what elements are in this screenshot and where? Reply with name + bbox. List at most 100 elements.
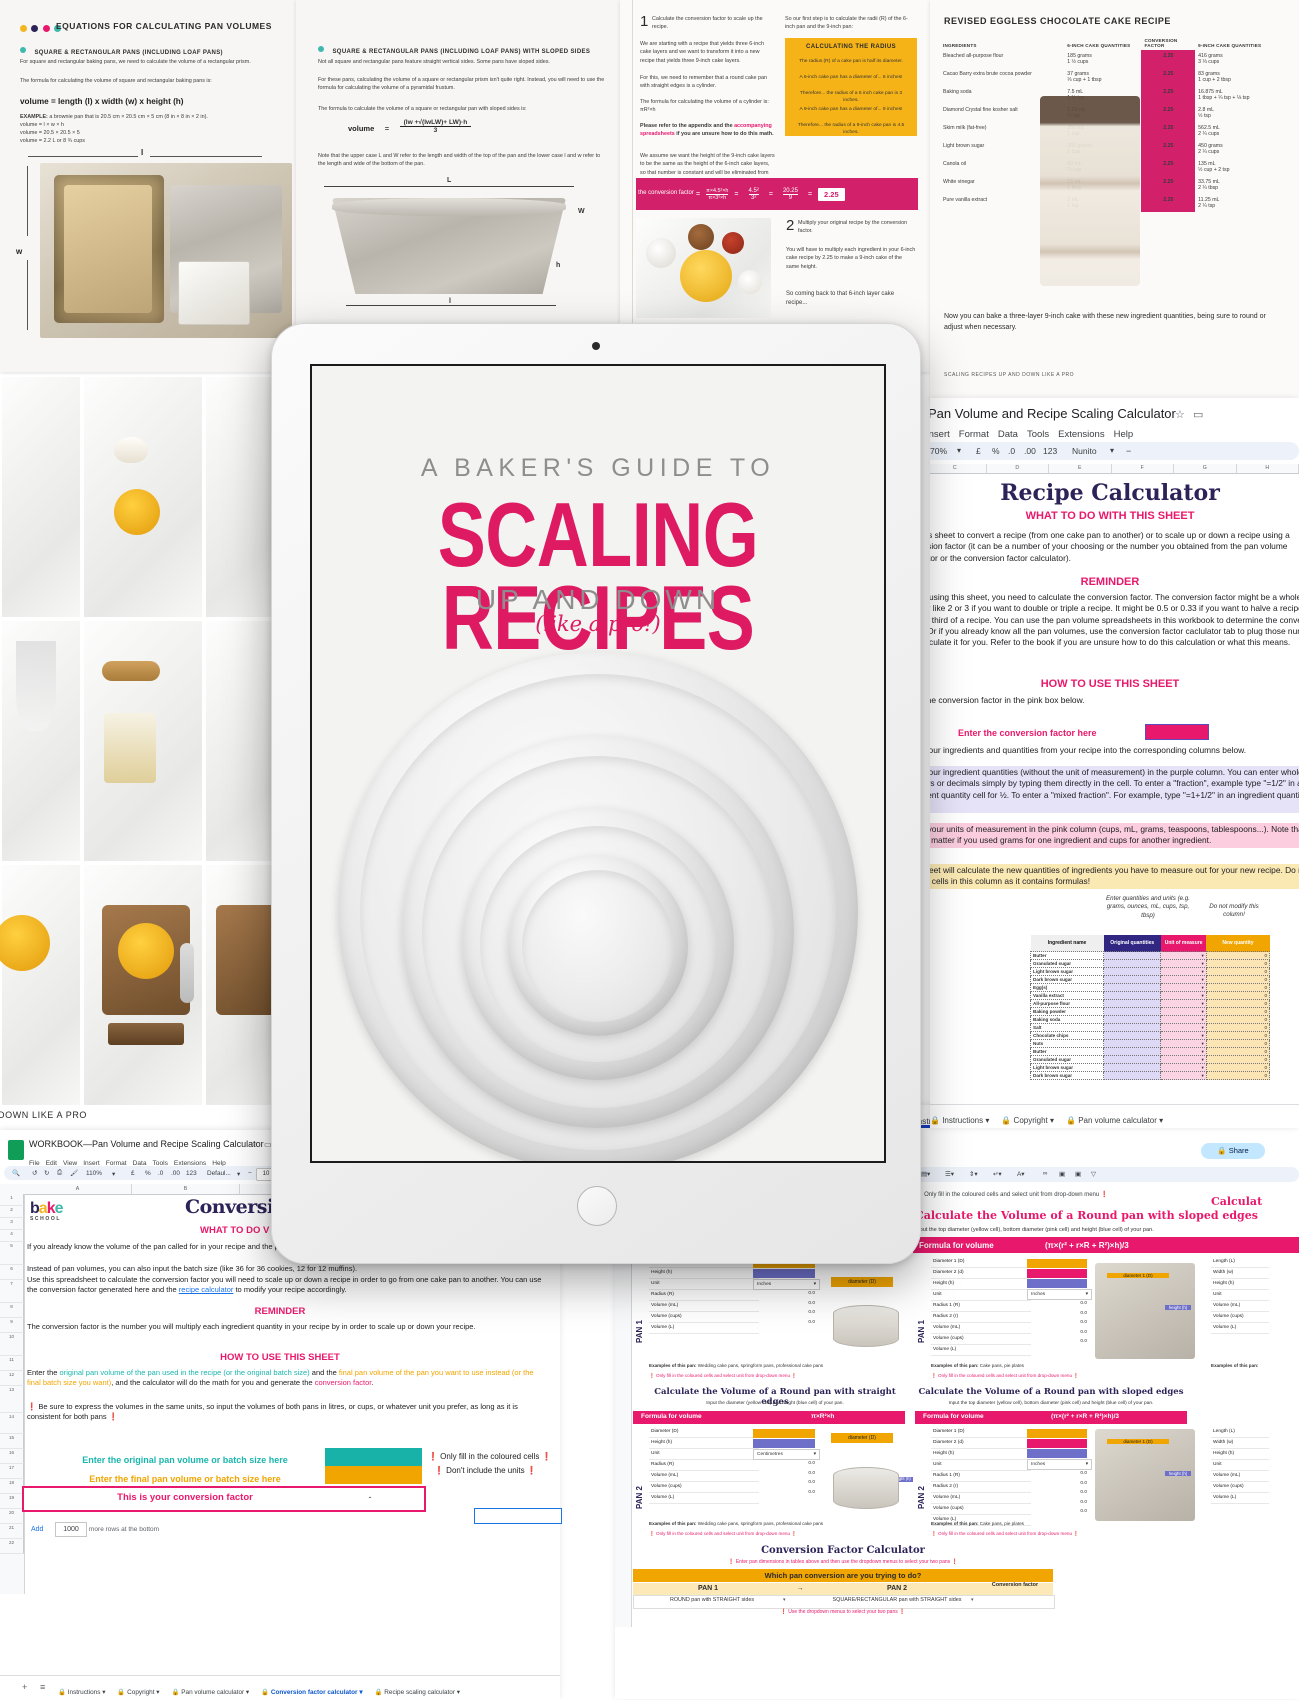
pan1-sloped-h-input[interactable] (1027, 1279, 1087, 1288)
final-volume-input[interactable] (325, 1466, 422, 1484)
right-dec-decimal-icon[interactable]: .0 (1008, 446, 1015, 456)
add-sheet-icon[interactable]: + (22, 1682, 27, 1692)
unit-select[interactable]: ▾ (1161, 1016, 1207, 1024)
original-quantity-input[interactable] (1104, 1072, 1161, 1080)
row-header-19[interactable]: 19 (0, 1494, 24, 1509)
row-header-12[interactable]: 12 (0, 1371, 24, 1386)
tab-chevron-down-icon[interactable]: ▾ (246, 1689, 249, 1696)
tab-chevron-down-icon[interactable]: ▾ (457, 1689, 460, 1696)
original-quantity-input[interactable] (1104, 1000, 1161, 1008)
original-quantity-input[interactable] (1104, 1056, 1161, 1064)
unit-select[interactable]: ▾ (1161, 984, 1207, 992)
column-header-g[interactable]: G (1174, 464, 1237, 474)
original-quantity-input[interactable] (1104, 1016, 1161, 1024)
percent-icon[interactable]: % (145, 1170, 151, 1177)
row-header-21[interactable]: 21 (0, 1524, 24, 1539)
add-rows-label[interactable]: Add (31, 1526, 43, 1533)
right-percent-icon[interactable]: % (992, 446, 1000, 456)
unit-select[interactable]: ▾ (1161, 968, 1207, 976)
tab-chevron-down-icon[interactable]: ▾ (156, 1689, 159, 1696)
zoom-chevron-down-icon[interactable]: ▾ (112, 1170, 115, 1178)
search-icon[interactable]: 🔍 (12, 1169, 20, 1177)
original-quantity-input[interactable] (1104, 992, 1161, 1000)
pan1-sloped-d1-input[interactable] (1027, 1259, 1087, 1268)
font-chevron-down-icon[interactable]: ▾ (237, 1170, 240, 1178)
row-header-18[interactable]: 18 (0, 1479, 24, 1494)
column-header-f[interactable]: F (1112, 464, 1175, 474)
original-quantity-input[interactable] (1104, 1040, 1161, 1048)
row-header-6[interactable]: 6 (0, 1265, 24, 1280)
ipad-screen[interactable]: A BAKER'S GUIDE TO SCALING RECIPES UP AN… (310, 364, 886, 1163)
column-header-b[interactable]: B (132, 1184, 240, 1195)
row-header-5[interactable]: 5 (0, 1242, 24, 1265)
right-move-icon[interactable]: ▭ (1193, 408, 1203, 421)
valign-icon[interactable]: ⇕▾ (969, 1170, 978, 1178)
menu-data[interactable]: Data (998, 429, 1018, 440)
row-header-16[interactable]: 16 (0, 1449, 24, 1464)
row-header-9[interactable]: 9 (0, 1318, 24, 1333)
cfc-pan1-select[interactable]: ROUND pan with STRAIGHT sides (637, 1597, 787, 1603)
row-header-17[interactable]: 17 (0, 1464, 24, 1479)
menu-insert[interactable]: Insert (930, 429, 950, 440)
tab-chevron-down-icon[interactable]: ▾ (359, 1689, 362, 1696)
original-quantity-input[interactable] (1104, 1032, 1161, 1040)
original-quantity-input[interactable] (1104, 968, 1161, 976)
sheet-tab-conversion-factor-calculator[interactable]: 🔒 Conversion factor calculator ▾ (261, 1689, 362, 1696)
right-currency-icon[interactable]: £ (976, 446, 981, 456)
tab-chevron-down-icon[interactable]: ▾ (102, 1689, 105, 1696)
right-cf-input[interactable] (1145, 724, 1209, 740)
currency-icon[interactable]: £ (131, 1170, 135, 1177)
wrap-icon[interactable]: ↵▾ (993, 1170, 1002, 1178)
column-header-a[interactable]: A (24, 1184, 132, 1195)
pan1-sloped-d2-input[interactable] (1027, 1269, 1087, 1278)
unit-select[interactable]: ▾ (1161, 1064, 1207, 1072)
unit-select[interactable]: ▾ (1161, 1024, 1207, 1032)
pan2-sloped-unit-chevron-down-icon[interactable]: ▾ (1086, 1460, 1088, 1469)
pan2-sloped-h-input[interactable] (1027, 1449, 1087, 1458)
decrease-font-icon[interactable]: − (248, 1170, 252, 1177)
row-header-2[interactable]: 2 (0, 1206, 24, 1218)
right-font-chevron-down-icon[interactable]: ▾ (1110, 446, 1114, 455)
left-font-value[interactable]: Defaul... (207, 1170, 231, 1177)
pan1-sloped-unit-chevron-down-icon[interactable]: ▾ (1086, 1290, 1088, 1299)
merge-icon[interactable]: ▤▾ (921, 1170, 930, 1178)
original-volume-input[interactable] (325, 1448, 422, 1466)
original-quantity-input[interactable] (1104, 1024, 1161, 1032)
unit-select[interactable]: ▾ (1161, 1072, 1207, 1080)
cfc-pan2-select[interactable]: SQUARE/RECTANGULAR pan with STRAIGHT sid… (817, 1597, 977, 1603)
unit-select[interactable]: ▾ (1161, 1032, 1207, 1040)
column-header-e[interactable]: E (1049, 464, 1112, 474)
sheet-tab-copyright[interactable]: 🔒 Copyright ▾ (117, 1689, 159, 1696)
column-header-h[interactable]: H (1237, 464, 1299, 474)
row-header-3[interactable]: 3 (0, 1218, 24, 1230)
increase-decimal-icon[interactable]: .00 (171, 1170, 180, 1177)
right-font-value[interactable]: Nunito (1072, 446, 1097, 456)
row-header-22[interactable]: 22 (0, 1539, 24, 1554)
sheet-tab-recipe-scaling-calculator[interactable]: 🔒 Recipe scaling calculator ▾ (375, 1689, 460, 1696)
sheet-tab-pan-volume-calculator[interactable]: 🔒 Pan volume calculator ▾ (172, 1689, 250, 1696)
selected-cell[interactable] (474, 1508, 562, 1524)
column-header-c[interactable]: C (930, 464, 987, 474)
tab-chevron-down-icon[interactable]: ▾ (1159, 1116, 1163, 1125)
unit-select[interactable]: ▾ (1161, 1040, 1207, 1048)
sheet-tab-instructions[interactable]: 🔒 Instructions ▾ (930, 1116, 989, 1125)
menu-help[interactable]: Help (1114, 429, 1134, 440)
row-header-20[interactable]: 20 (0, 1509, 24, 1524)
right-zoom-chevron-down-icon[interactable]: ▾ (957, 446, 961, 455)
link-icon[interactable]: ∞ (1043, 1170, 1048, 1177)
print-icon[interactable]: ⎙ (57, 1169, 62, 1177)
right-inc-decimal-icon[interactable]: .00 (1024, 446, 1036, 456)
original-quantity-input[interactable] (1104, 976, 1161, 984)
paint-format-icon[interactable]: 🖌 (70, 1169, 78, 1177)
sheet-tab-instructions[interactable]: 🔒 Instructions ▾ (58, 1689, 105, 1696)
align-icon[interactable]: ☰▾ (945, 1170, 954, 1178)
sheet-tab-pan-volume-calculator[interactable]: 🔒 Pan volume calculator ▾ (1066, 1116, 1163, 1125)
decrease-decimal-icon[interactable]: .0 (158, 1170, 163, 1177)
original-quantity-input[interactable] (1104, 1008, 1161, 1016)
cfc-pan1-chevron-down-icon[interactable]: ▾ (783, 1597, 786, 1603)
original-quantity-input[interactable] (1104, 1064, 1161, 1072)
star-icon[interactable]: ☆ (250, 1140, 257, 1149)
unit-select[interactable]: ▾ (1161, 960, 1207, 968)
right-dec-font-icon[interactable]: − (1126, 446, 1131, 456)
pan2-height-input[interactable] (753, 1439, 815, 1448)
